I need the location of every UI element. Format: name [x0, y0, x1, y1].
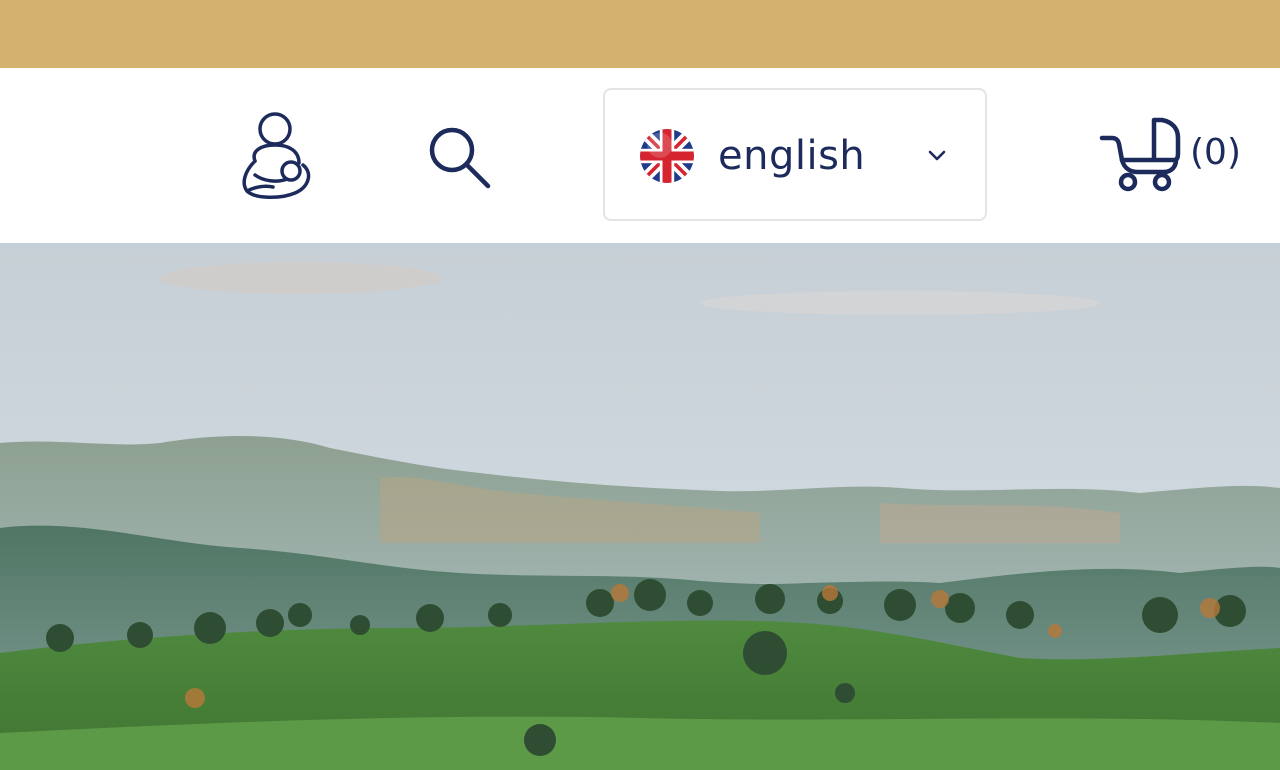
account-button[interactable]: [230, 110, 316, 202]
language-label: english: [718, 133, 866, 179]
breastfeeding-mother-icon: [242, 112, 311, 199]
chevron-down-icon: [928, 150, 946, 161]
top-announcement-bar: [0, 0, 1280, 68]
cart-button[interactable]: (0): [1098, 116, 1248, 196]
site-header: english (0): [0, 68, 1280, 243]
stroller-icon: [1099, 117, 1181, 192]
cart-count: (0): [1190, 132, 1241, 173]
search-icon: [429, 127, 491, 189]
hero-landscape-image: [0, 243, 1280, 770]
uk-flag-icon: [640, 129, 694, 183]
language-selector[interactable]: english: [603, 88, 987, 221]
search-button[interactable]: [418, 116, 498, 196]
